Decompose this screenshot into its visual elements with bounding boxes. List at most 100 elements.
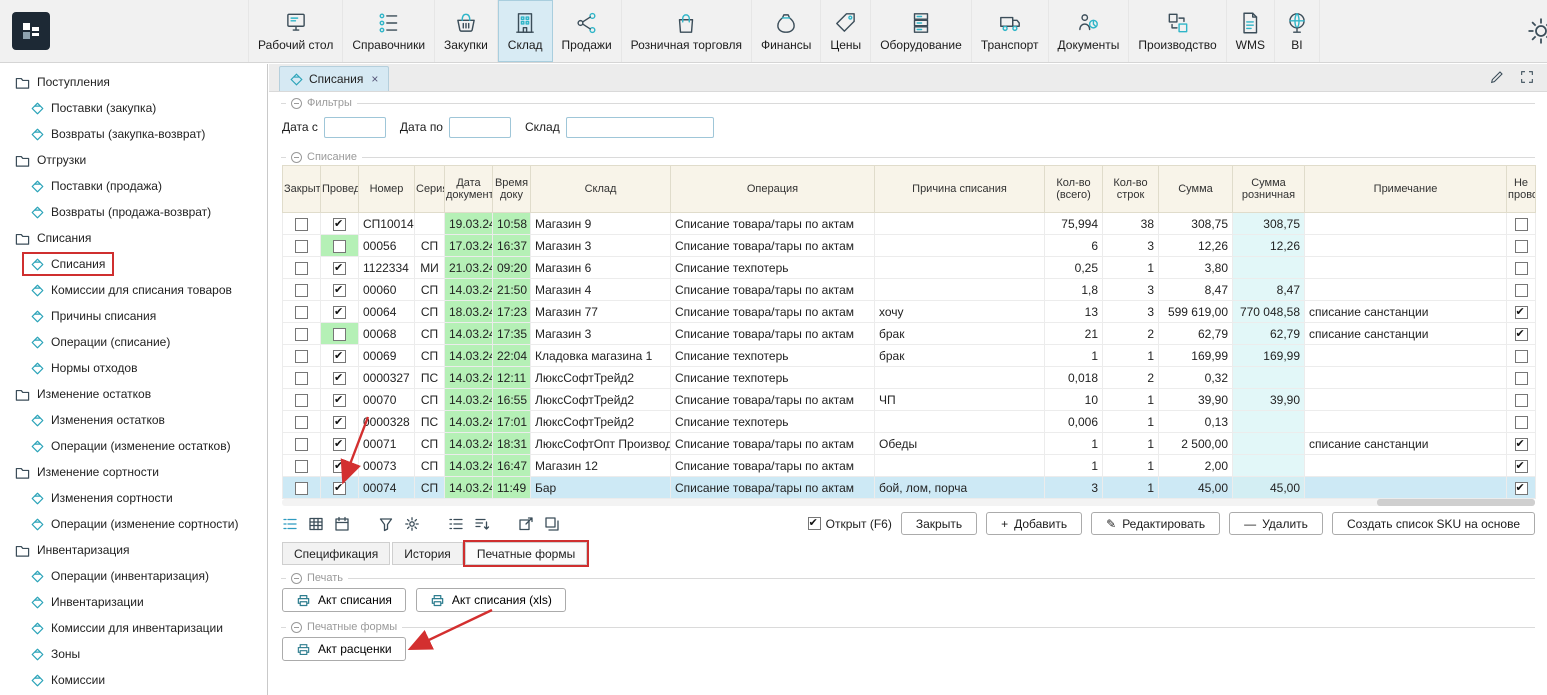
column-header[interactable]: Время доку xyxy=(493,166,531,213)
tree-item[interactable]: Комиссии для списания товаров xyxy=(0,277,267,303)
app-logo[interactable] xyxy=(12,12,50,50)
tree-item[interactable]: Возвраты (закупка-возврат) xyxy=(0,121,267,147)
create-sku-button[interactable]: Создать список SKU на основе xyxy=(1332,512,1535,535)
horizontal-scrollbar[interactable] xyxy=(282,499,1535,506)
tab-specification[interactable]: Спецификация xyxy=(282,542,390,565)
tree-folder[interactable]: Изменение остатков xyxy=(0,381,267,407)
closed-checkbox[interactable] xyxy=(295,372,308,385)
table-row[interactable]: 00064СП18.03.2417:23Магазин 77Списание т… xyxy=(283,301,1536,323)
tree-item[interactable]: Причины списания xyxy=(0,303,267,329)
no-post-checkbox[interactable] xyxy=(1515,372,1528,385)
tree-folder[interactable]: Списания xyxy=(0,225,267,251)
table-row[interactable]: 00070СП14.03.2416:55ЛюксСофтТрейд2Списан… xyxy=(283,389,1536,411)
date-from-input[interactable] xyxy=(324,117,386,138)
column-header[interactable]: Склад xyxy=(531,166,671,213)
no-post-checkbox[interactable] xyxy=(1515,218,1528,231)
verified-checkbox[interactable] xyxy=(333,372,346,385)
table-row[interactable]: 00068СП14.03.2417:35Магазин 3Списание то… xyxy=(283,323,1536,345)
menu-item-transport[interactable]: Транспорт xyxy=(972,0,1049,62)
column-header[interactable]: Дата документа xyxy=(445,166,493,213)
tree-item[interactable]: Изменения сортности xyxy=(0,485,267,511)
tree-item[interactable]: Операции (списание) xyxy=(0,329,267,355)
collapse-icon[interactable] xyxy=(291,98,302,109)
edit-layout-button[interactable] xyxy=(1489,69,1505,88)
tree-item[interactable]: Инвентаризации xyxy=(0,589,267,615)
tree-item[interactable]: Операции (изменение сортности) xyxy=(0,511,267,537)
menu-item-production[interactable]: Производство xyxy=(1129,0,1226,62)
column-header[interactable]: Серия xyxy=(415,166,445,213)
table-row[interactable]: 00073СП14.03.2416:47Магазин 12Списание т… xyxy=(283,455,1536,477)
tree-item[interactable]: Комиссии для инвентаризации xyxy=(0,615,267,641)
collapse-icon[interactable] xyxy=(291,622,302,633)
no-post-checkbox[interactable] xyxy=(1515,438,1528,451)
tree-item[interactable]: Поставки (продажа) xyxy=(0,173,267,199)
table-row[interactable]: 00071СП14.03.2418:31ЛюксСофтОпт Производ… xyxy=(283,433,1536,455)
table-row[interactable]: 00069СП14.03.2422:04Кладовка магазина 1С… xyxy=(283,345,1536,367)
tree-item[interactable]: Операции (инвентаризация) xyxy=(0,563,267,589)
view-settings-button[interactable] xyxy=(404,516,420,532)
view-copy-button[interactable] xyxy=(544,516,560,532)
column-header[interactable]: Кол-во (всего) xyxy=(1045,166,1103,213)
tree-item[interactable]: Поставки (закупка) xyxy=(0,95,267,121)
no-post-checkbox[interactable] xyxy=(1515,416,1528,429)
collapse-icon[interactable] xyxy=(291,573,302,584)
verified-checkbox[interactable] xyxy=(333,262,346,275)
column-header[interactable]: Проведен xyxy=(321,166,359,213)
tree-folder[interactable]: Поступления xyxy=(0,69,267,95)
view-filter-button[interactable] xyxy=(378,516,394,532)
menu-item-purchases[interactable]: Закупки xyxy=(435,0,498,62)
tree-item[interactable]: Операции (изменение остатков) xyxy=(0,433,267,459)
closed-checkbox[interactable] xyxy=(295,350,308,363)
menu-item-sales[interactable]: Продажи xyxy=(553,0,622,62)
warehouse-filter-input[interactable] xyxy=(566,117,714,138)
tree-folder[interactable]: Отгрузки xyxy=(0,147,267,173)
no-post-checkbox[interactable] xyxy=(1515,350,1528,363)
menu-item-equipment[interactable]: Оборудование xyxy=(871,0,972,62)
delete-button[interactable]: —Удалить xyxy=(1229,512,1323,535)
closed-checkbox[interactable] xyxy=(295,306,308,319)
column-header[interactable]: Причина списания xyxy=(875,166,1045,213)
collapse-icon[interactable] xyxy=(291,152,302,163)
topbar-settings-button[interactable] xyxy=(1526,16,1547,49)
verified-checkbox[interactable] xyxy=(333,438,346,451)
scrollbar-thumb[interactable] xyxy=(1377,499,1535,506)
table-row[interactable]: 0000327ПС14.03.2412:11ЛюксСофтТрейд2Спис… xyxy=(283,367,1536,389)
verified-checkbox[interactable] xyxy=(333,416,346,429)
tree-folder[interactable]: Инвентаризация xyxy=(0,537,267,563)
no-post-checkbox[interactable] xyxy=(1515,482,1528,495)
add-button[interactable]: +Добавить xyxy=(986,512,1082,535)
tree-item[interactable]: Возвраты (продажа-возврат) xyxy=(0,199,267,225)
checkbox-icon[interactable] xyxy=(808,517,821,530)
date-to-input[interactable] xyxy=(449,117,511,138)
tab-print-forms[interactable]: Печатные формы xyxy=(465,542,587,565)
menu-item-warehouse[interactable]: Склад xyxy=(498,0,553,62)
table-row[interactable]: СП10014119.03.2410:58Магазин 9Списание т… xyxy=(283,213,1536,235)
tree-item[interactable]: Нормы отходов xyxy=(0,355,267,381)
close-button[interactable]: Закрыть xyxy=(901,512,977,535)
verified-checkbox[interactable] xyxy=(333,240,346,253)
column-header[interactable]: Не проводить xyxy=(1507,166,1536,213)
verified-checkbox[interactable] xyxy=(333,460,346,473)
no-post-checkbox[interactable] xyxy=(1515,394,1528,407)
tree-item[interactable]: Комиссии xyxy=(0,667,267,693)
closed-checkbox[interactable] xyxy=(295,482,308,495)
menu-item-wms[interactable]: WMS xyxy=(1227,0,1275,62)
tree-item[interactable]: Списания xyxy=(0,251,267,277)
no-post-checkbox[interactable] xyxy=(1515,284,1528,297)
tree-folder[interactable]: Изменение сортности xyxy=(0,459,267,485)
verified-checkbox[interactable] xyxy=(333,284,346,297)
closed-checkbox[interactable] xyxy=(295,394,308,407)
menu-item-finance[interactable]: Финансы xyxy=(752,0,821,62)
view-calendar-view-button[interactable] xyxy=(334,516,350,532)
menu-item-documents[interactable]: Документы xyxy=(1049,0,1130,62)
closed-checkbox[interactable] xyxy=(295,262,308,275)
closed-checkbox[interactable] xyxy=(295,416,308,429)
closed-checkbox[interactable] xyxy=(295,438,308,451)
no-post-checkbox[interactable] xyxy=(1515,240,1528,253)
tab-spisaniya[interactable]: Списания × xyxy=(279,66,389,91)
closed-checkbox[interactable] xyxy=(295,328,308,341)
act-rastsenki-button[interactable]: Акт расценки xyxy=(282,637,406,661)
verified-checkbox[interactable] xyxy=(333,482,346,495)
column-header[interactable]: Номер xyxy=(359,166,415,213)
tab-history[interactable]: История xyxy=(392,542,463,565)
